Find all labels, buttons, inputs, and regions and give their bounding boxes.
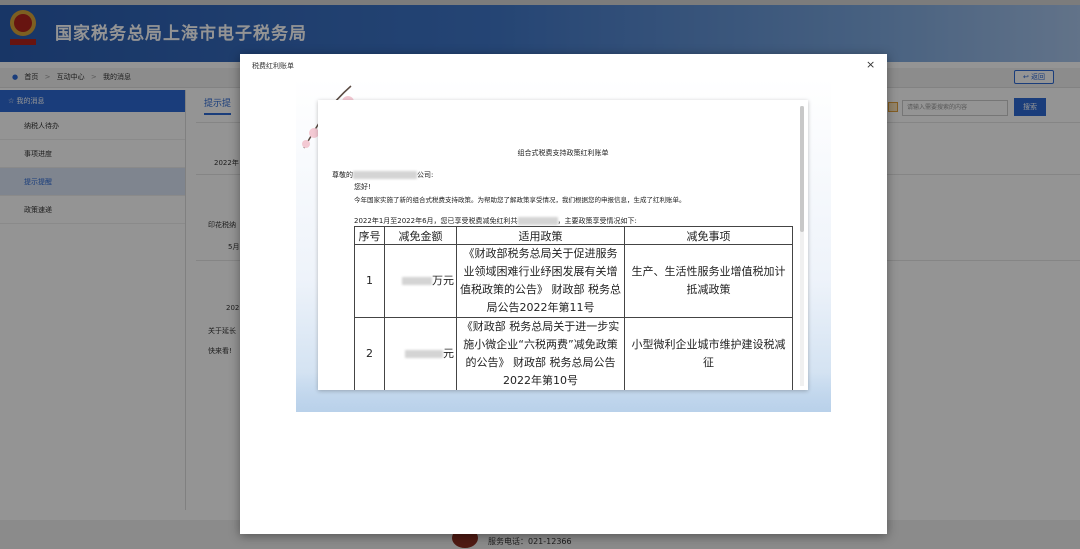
table-header-row: 序号 减免金额 适用政策 减免事项 — [354, 226, 793, 245]
bill-document[interactable]: 组合式税费支持政策红利账单 尊敬的 公司: 您好! 今年国家实施了新的组合式税费支… — [318, 100, 808, 390]
bill-modal: 税费红利账单 × 组合式税费支持政策红利账单 尊敬的 公司: 您好! 今年国家实施… — [240, 54, 887, 534]
summary-prefix: 2022年1月至2022年6月，您已享受税费减免红利共 — [354, 217, 518, 225]
table-row: 2 元 《财政部 税务总局关于进一步实施小微企业“六税两费”减免政策的公告》 财… — [354, 317, 793, 390]
greeting: 您好! — [354, 183, 371, 191]
col-header-policy: 适用政策 — [456, 226, 625, 245]
salutation-suffix: 公司: — [417, 171, 434, 179]
modal-title: 税费红利账单 — [252, 62, 294, 70]
summary-suffix: ，主要政策享受情况如下: — [557, 217, 637, 225]
scrollbar-thumb[interactable] — [800, 106, 804, 232]
redacted-amount — [402, 277, 432, 285]
row-policy: 《财政部 税务总局关于进一步实施小微企业“六税两费”减免政策的公告》 财政部 税… — [456, 317, 625, 390]
table-row: 1 万元 《财政部税务总局关于促进服务业领域困难行业纾困发展有关增值税政策的公告… — [354, 244, 793, 318]
row-policy: 《财政部税务总局关于促进服务业领域困难行业纾困发展有关增值税政策的公告》 财政部… — [456, 244, 625, 318]
amount-unit: 万元 — [432, 274, 454, 287]
row-item: 小型微利企业城市维护建设税减征 — [624, 317, 793, 390]
redacted-company — [353, 171, 417, 179]
row-no: 2 — [354, 317, 385, 390]
amount-unit: 元 — [443, 347, 454, 360]
salutation-prefix: 尊敬的 — [332, 171, 353, 179]
row-item: 生产、生活性服务业增值税加计抵减政策 — [624, 244, 793, 318]
policy-table: 序号 减免金额 适用政策 减免事项 1 万元 《财政部税务总局关于促进服务业领域… — [354, 226, 793, 390]
row-no: 1 — [354, 244, 385, 318]
summary-text: 2022年1月至2022年6月，您已享受税费减免红利共 ，主要政策享受情况如下: — [354, 216, 637, 226]
redacted-amount — [405, 350, 443, 358]
intro-text: 今年国家实施了新的组合式税费支持政策。为帮助您了解政策享受情况，我们根据您的申报… — [354, 196, 686, 204]
col-header-no: 序号 — [354, 226, 385, 245]
document-title: 组合式税费支持政策红利账单 — [517, 149, 609, 157]
row-amount: 万元 — [384, 244, 457, 318]
col-header-amount: 减免金额 — [384, 226, 457, 245]
redacted-total — [517, 217, 558, 225]
row-amount: 元 — [384, 317, 457, 390]
salutation: 尊敬的 公司: — [332, 170, 433, 180]
col-header-item: 减免事项 — [624, 226, 793, 245]
close-icon[interactable]: × — [866, 58, 875, 71]
